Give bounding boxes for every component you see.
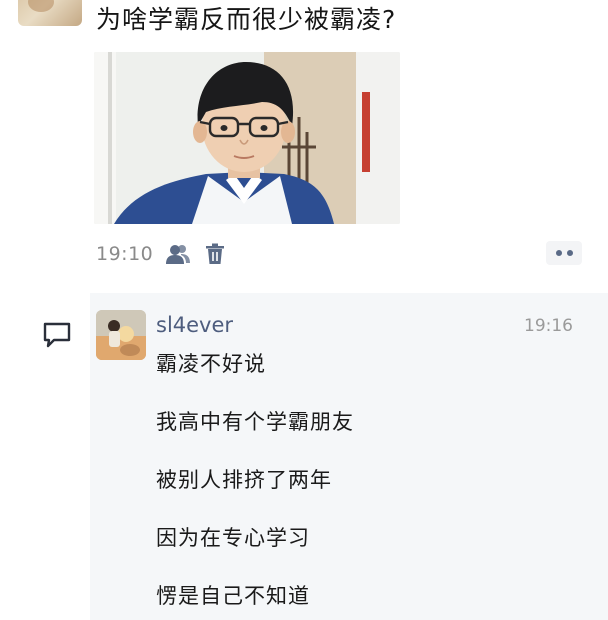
post-meta: 19:10 [96, 240, 225, 268]
trash-icon[interactable] [205, 243, 225, 265]
more-dots-icon[interactable] [546, 241, 582, 265]
post-time: 19:10 [96, 243, 154, 265]
comment-line: 我高中有个学霸朋友 [156, 410, 354, 434]
comment-line: 因为在专心学习 [156, 526, 310, 550]
comment-line: 愣是自己不知道 [156, 584, 310, 608]
comment-panel [90, 293, 608, 620]
post-photo[interactable] [94, 52, 400, 224]
people-icon[interactable] [165, 243, 191, 265]
poster-avatar[interactable] [18, 0, 82, 26]
comment-line: 被别人排挤了两年 [156, 468, 332, 492]
post-text: 为啥学霸反而很少被霸凌? [96, 5, 397, 34]
comment-bubble-icon [42, 320, 72, 350]
commenter-avatar[interactable] [96, 310, 146, 360]
commenter-name[interactable]: sl4ever [156, 313, 233, 337]
comment-line: 霸凌不好说 [156, 352, 266, 376]
comment-time: 19:16 [524, 316, 573, 336]
